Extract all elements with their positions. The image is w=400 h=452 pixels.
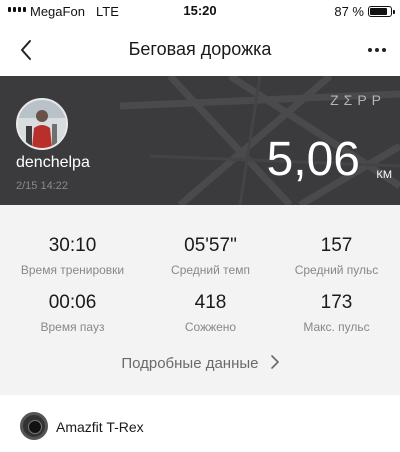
avatar[interactable]	[16, 98, 68, 150]
stat-training-time: 30:10 Время тренировки	[6, 235, 139, 277]
workout-summary-banner: denchelpa 2/15 14:22 ZΣPP 5,06 КМ	[0, 76, 400, 205]
stat-value: 173	[320, 292, 353, 313]
more-horizontal-icon	[368, 48, 386, 52]
stat-label: Время тренировки	[20, 263, 125, 277]
workout-date: 2/15 14:22	[16, 180, 68, 192]
more-options-button[interactable]	[362, 36, 392, 64]
zepp-logo: ZΣPP	[330, 92, 386, 108]
battery-percentage: 87 %	[334, 4, 364, 19]
battery-icon	[368, 6, 395, 17]
distance-unit: КМ	[376, 169, 392, 181]
stat-label: Макс. пульс	[303, 320, 370, 334]
page-title: Беговая дорожка	[128, 39, 272, 59]
device-name: Amazfit T-Rex	[56, 419, 144, 435]
stat-label: Время пауз	[40, 320, 105, 334]
stat-pause-time: 00:06 Время пауз	[6, 292, 139, 334]
username: denchelpa	[16, 154, 90, 171]
watch-icon	[20, 412, 48, 440]
stat-max-heart-rate: 173 Макс. пульс	[270, 292, 400, 334]
navigation-bar: Беговая дорожка	[0, 26, 400, 76]
detailed-data-label: Подробные данные	[121, 355, 259, 372]
stat-value: 418	[194, 292, 227, 313]
detailed-data-link[interactable]: Подробные данные	[0, 355, 400, 373]
stat-value: 05'57"	[184, 235, 237, 256]
distance-value: 5,06	[266, 133, 360, 186]
stat-average-heart-rate: 157 Средний пульс	[270, 235, 400, 277]
stat-value: 00:06	[48, 292, 97, 313]
stat-label: Средний темп	[171, 263, 250, 277]
stat-label: Сожжено	[184, 320, 237, 334]
stat-value: 157	[320, 235, 353, 256]
stat-label: Средний пульс	[294, 263, 379, 277]
status-bar: MegaFon LTE 15:20 87 %	[0, 0, 400, 26]
stat-value: 30:10	[48, 235, 97, 256]
workout-stats-panel: 30:10 Время тренировки 05'57" Средний те…	[0, 205, 400, 395]
device-row[interactable]: Amazfit T-Rex	[0, 395, 400, 452]
stat-calories-burned: 418 Сожжено	[144, 292, 277, 334]
stat-average-pace: 05'57" Средний темп	[144, 235, 277, 277]
user-photo-icon	[18, 100, 66, 148]
chevron-right-icon	[270, 355, 279, 373]
